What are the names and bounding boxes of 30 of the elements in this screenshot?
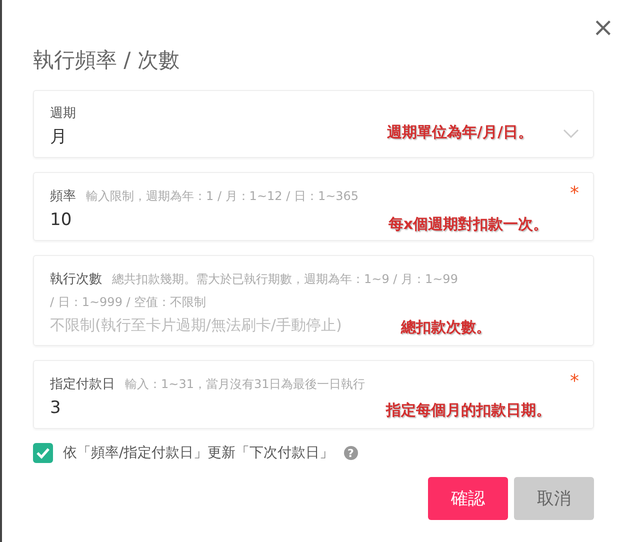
dialog-title: 執行頻率 / 次數: [33, 47, 180, 74]
field-hint: 輸入：1~31，當月沒有31日為最後一日執行: [125, 376, 366, 393]
chevron-down-icon: [563, 129, 579, 138]
required-asterisk: *: [570, 183, 579, 204]
field-value: 10: [50, 209, 72, 232]
field-hint: / 日：1~999 / 空值：不限制: [50, 294, 206, 311]
confirm-button[interactable]: 確認: [428, 477, 508, 520]
input-field[interactable]: 頻率 輸入限制，週期為年：1 / 月：1~12 / 日：1~365 10 * 每x個週期對扣款一次。: [33, 172, 594, 241]
required-asterisk: *: [570, 371, 579, 392]
field-label: 執行次數: [50, 271, 102, 289]
field-hint: 總共扣款幾期。需大於已執行期數，週期為年：1~9 / 月：1~99: [112, 271, 458, 288]
input-field[interactable]: 執行次數 總共扣款幾期。需大於已執行期數，週期為年：1~9 / 月：1~99 / 日：1~999 / 空值：不限制 不限制(執行至卡片過期/無法刷卡/手動停止) 總扣款次數。: [33, 255, 594, 346]
annotation-text: 總扣款次數。: [401, 318, 491, 337]
check-icon: [36, 447, 50, 459]
field-value: 3: [50, 397, 61, 420]
field-placeholder: 不限制(執行至卡片過期/無法刷卡/手動停止): [50, 315, 342, 336]
field-hint: 輸入限制，週期為年：1 / 月：1~12 / 日：1~365: [86, 188, 359, 205]
input-field[interactable]: 指定付款日 輸入：1~31，當月沒有31日為最後一日執行 3 * 指定每個月的扣款日期。: [33, 360, 594, 429]
field-label: 週期: [50, 105, 76, 123]
cancel-button[interactable]: 取消: [514, 477, 594, 520]
field-label: 頻率: [50, 188, 76, 206]
annotation-text: 每x個週期對扣款一次。: [388, 215, 548, 234]
checkbox[interactable]: [33, 443, 53, 463]
annotation-text: 指定每個月的扣款日期。: [386, 401, 551, 420]
select-field[interactable]: 週期 月 週期單位為年/月/日。: [33, 90, 594, 158]
field-label: 指定付款日: [50, 376, 115, 394]
field-value: 月: [50, 126, 67, 149]
annotation-text: 週期單位為年/月/日。: [387, 123, 533, 142]
checkbox-label: 依「頻率/指定付款日」更新「下次付款日」: [63, 444, 334, 462]
close-button[interactable]: ×: [588, 14, 618, 42]
